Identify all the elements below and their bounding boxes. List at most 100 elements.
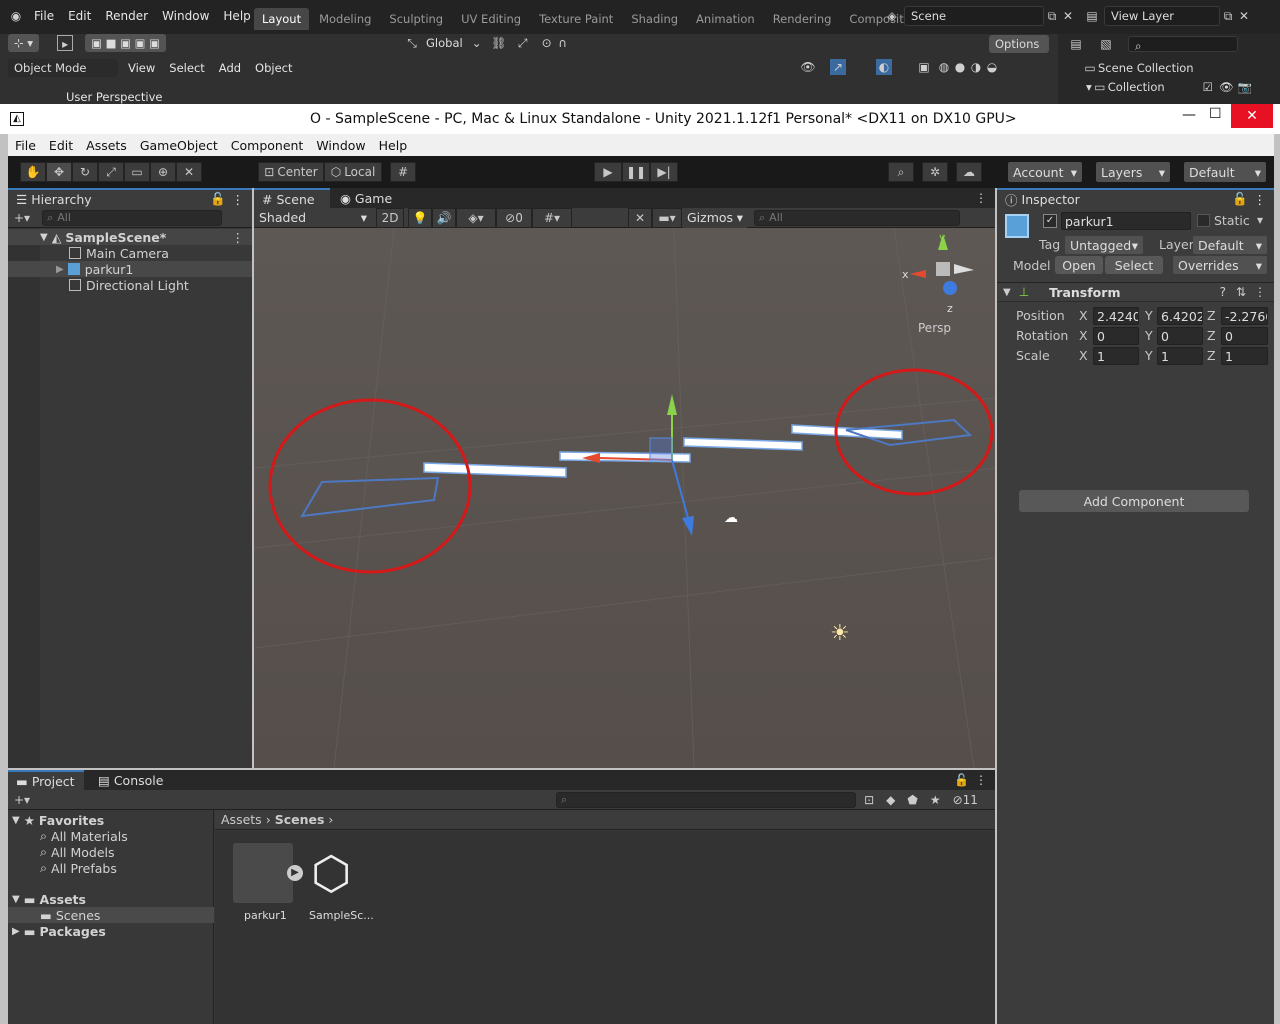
x-axis-label[interactable]: X <box>1079 328 1088 343</box>
expand-icon[interactable]: ▼ <box>12 815 20 826</box>
blender-logo-icon[interactable]: ◉ <box>8 8 24 24</box>
pivot-point-icon[interactable]: ⛓ <box>491 35 507 51</box>
persp-label[interactable]: Persp <box>918 321 951 335</box>
list-item[interactable]: ▶ parkur1 <box>8 261 252 277</box>
cloud-icon[interactable]: ☁ <box>956 162 982 182</box>
expand-icon[interactable]: ▼ <box>12 894 20 905</box>
display-mode-icon[interactable]: ▤ <box>1068 36 1084 52</box>
menu-item[interactable]: Edit <box>68 9 91 23</box>
audio-icon[interactable]: 🔊 <box>432 207 456 228</box>
overrides-dropdown[interactable]: Overrides ▾ <box>1173 256 1267 274</box>
scene-row[interactable]: ▼ ◭ SampleScene* ⋮ <box>8 229 252 245</box>
collection-label[interactable]: Collection <box>1108 80 1165 94</box>
menu-item[interactable]: Object <box>255 61 292 75</box>
lighting-icon[interactable]: 💡 <box>408 207 432 228</box>
pause-icon[interactable]: ❚❚ <box>622 162 650 182</box>
xray-icon[interactable]: ▣ <box>916 59 932 75</box>
transform-tool-icon[interactable]: ⊕ <box>150 162 176 182</box>
shading-dropdown[interactable]: Shaded ▾ <box>254 208 372 228</box>
view-layer-selector[interactable]: View Layer <box>1104 6 1220 26</box>
menu-item[interactable]: Assets <box>86 138 127 153</box>
close-icon[interactable]: ✕ <box>1236 8 1252 24</box>
tab-workspace[interactable]: UV Editing <box>453 8 529 30</box>
menu-item[interactable]: Window <box>162 9 209 23</box>
y-value-field[interactable]: 6.4202 <box>1157 307 1203 325</box>
tab-inspector[interactable]: ⓘ Inspector 🔓 ⋮ <box>997 188 1274 208</box>
tag-dropdown[interactable]: Untagged ▾ <box>1065 236 1143 254</box>
static-checkbox[interactable] <box>1197 214 1210 227</box>
breadcrumb-scenes[interactable]: Scenes <box>275 812 325 827</box>
rendered-shading-icon[interactable]: ◒ <box>984 59 1000 75</box>
light-gizmo-icon[interactable]: ☀ <box>830 621 850 646</box>
scene-collection-label[interactable]: Scene Collection <box>1098 61 1194 75</box>
grid-toggle-icon[interactable]: #▾ <box>532 207 572 228</box>
solid-shading-icon[interactable]: ● <box>952 59 968 75</box>
x-value-field[interactable]: 1 <box>1093 347 1139 365</box>
hand-tool-icon[interactable]: ✋ <box>20 162 46 182</box>
menu-item[interactable]: GameObject <box>140 138 218 153</box>
move-tool-icon[interactable]: ✥ <box>46 162 72 182</box>
add-component-button[interactable]: Add Component <box>1019 490 1249 512</box>
menu-item[interactable]: View <box>128 61 155 75</box>
help-icon[interactable]: ? <box>1220 285 1226 299</box>
menu-item[interactable]: Edit <box>49 138 73 153</box>
y-axis-label[interactable]: Y <box>1145 348 1153 363</box>
chevron-down-icon[interactable]: ▾ <box>1257 213 1263 227</box>
z-axis-cone[interactable] <box>943 281 957 295</box>
select-mode-buttons[interactable]: ▣ ■ ▣ ▣ ▣ <box>85 34 167 52</box>
falloff-icon[interactable]: ∩ <box>555 35 571 51</box>
wireframe-shading-icon[interactable]: ◍ <box>936 59 952 75</box>
rotate-tool-icon[interactable]: ↻ <box>72 162 98 182</box>
transform-orientation-dropdown[interactable]: Global <box>420 34 469 52</box>
asset-thumbnail[interactable] <box>233 843 293 903</box>
more-icon[interactable]: ⋮ <box>232 230 245 245</box>
asset-label[interactable]: SampleSc... <box>309 909 374 922</box>
toggle-2d-button[interactable]: 2D <box>376 207 404 228</box>
checkbox-icon[interactable]: ☑ <box>1203 80 1213 94</box>
hidden-packages-toggle[interactable]: ⊘11 <box>953 793 978 807</box>
close-button[interactable]: ✕ <box>1231 104 1273 128</box>
breadcrumb-assets[interactable]: Assets <box>221 812 262 827</box>
minimize-button[interactable]: — <box>1182 107 1196 123</box>
menu-item[interactable]: File <box>15 138 36 153</box>
maximize-button[interactable]: ☐ <box>1209 106 1222 122</box>
scene-icon[interactable]: ◈ <box>884 8 900 24</box>
list-item[interactable]: ⌕ All Models <box>8 844 214 860</box>
tab-project[interactable]: ▬ Project <box>8 770 84 790</box>
account-dropdown[interactable]: Account ▾ <box>1008 162 1082 182</box>
expand-icon[interactable]: ▼ <box>40 232 48 243</box>
play-icon[interactable]: ▶ <box>594 162 622 182</box>
hidden-objects-toggle[interactable]: ⊘ 0 <box>496 207 532 228</box>
play-icon[interactable]: ▶ <box>287 865 303 881</box>
material-shading-icon[interactable]: ◑ <box>968 59 984 75</box>
tab-workspace[interactable]: Layout <box>254 8 310 30</box>
filter-icon[interactable]: ▧ <box>1098 36 1114 52</box>
packages-row[interactable]: ▶ ▬ Packages <box>8 923 214 939</box>
tab-workspace[interactable]: Animation <box>688 8 763 30</box>
search-by-label-icon[interactable]: ◆ <box>886 793 895 807</box>
expand-icon[interactable]: ▶ <box>12 926 20 937</box>
camera-gizmo-icon[interactable]: ☁ <box>724 510 738 526</box>
more-icon[interactable]: ⋮ <box>232 192 245 207</box>
list-item[interactable]: ▬ Scenes <box>8 907 214 923</box>
pivot-toggle[interactable]: ⊡ Center <box>258 162 324 182</box>
step-icon[interactable]: ▶| <box>650 162 678 182</box>
tab-workspace[interactable]: Modeling <box>311 8 379 30</box>
y-value-field[interactable]: 1 <box>1157 347 1203 365</box>
scene-search-input[interactable]: ⌕ All <box>754 209 960 226</box>
expand-icon[interactable]: ▼ <box>1003 287 1011 298</box>
services-icon[interactable]: ✲ <box>922 162 948 182</box>
more-icon[interactable]: ⋮ <box>1254 285 1266 299</box>
outliner-search-input[interactable]: ⌕ <box>1128 36 1238 53</box>
tools-icon[interactable]: ✕ <box>628 207 652 228</box>
options-dropdown[interactable]: Options <box>989 35 1049 53</box>
layout-dropdown[interactable]: Default ▾ <box>1184 162 1266 182</box>
tab-workspace[interactable]: Rendering <box>765 8 840 30</box>
x-value-field[interactable]: 2.4240 <box>1093 307 1139 325</box>
tab-workspace[interactable]: Shading <box>623 8 686 30</box>
menu-item[interactable]: Help <box>223 9 250 23</box>
layers-dropdown[interactable]: Layers ▾ <box>1096 162 1170 182</box>
menu-item[interactable]: Add <box>219 61 241 75</box>
list-item[interactable]: Main Camera <box>8 245 252 261</box>
z-axis-label[interactable]: Z <box>1207 348 1216 363</box>
